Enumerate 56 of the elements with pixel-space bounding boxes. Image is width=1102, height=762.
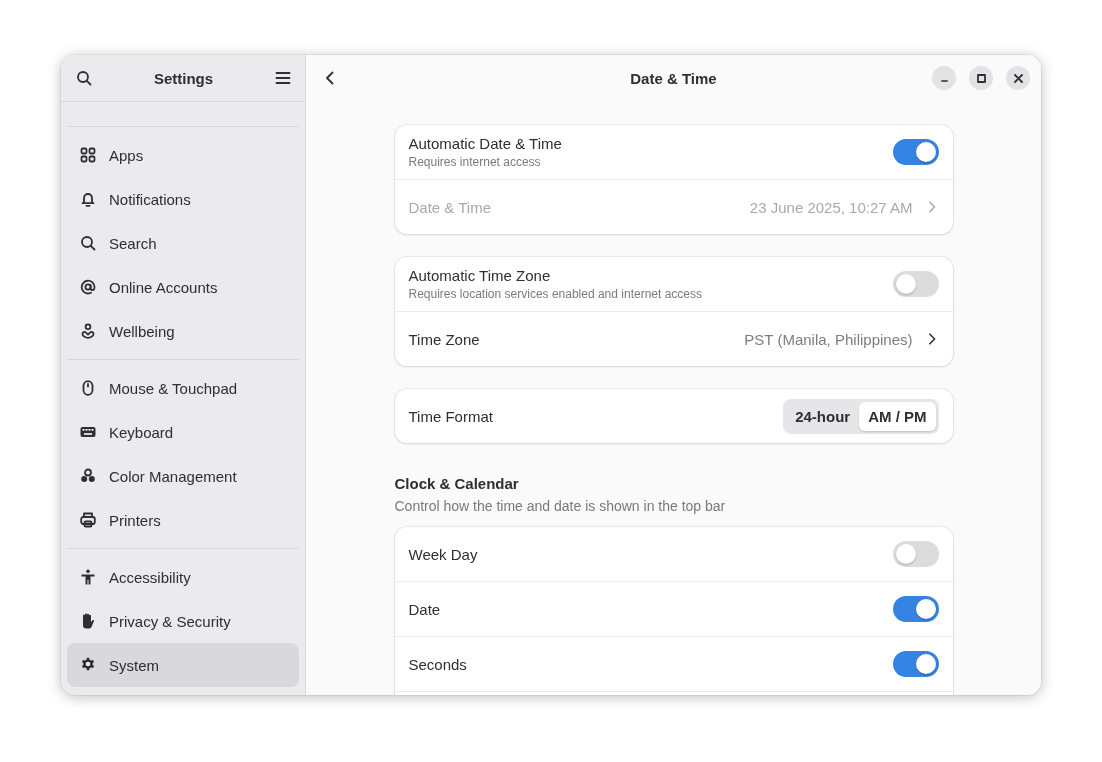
- maximize-icon: [976, 73, 986, 83]
- circles-icon: [80, 468, 96, 484]
- search-icon: [80, 235, 96, 251]
- minimize-button[interactable]: [932, 66, 956, 90]
- sidebar-item[interactable]: Keyboard: [67, 410, 299, 454]
- close-icon: [1013, 73, 1023, 83]
- sidebar-item[interactable]: Apps: [67, 133, 299, 177]
- sidebar-item[interactable]: Accessibility: [67, 555, 299, 599]
- sidebar-item[interactable]: Color Management: [67, 454, 299, 498]
- minimize-icon: [940, 79, 948, 82]
- sidebar-item[interactable]: Online Accounts: [67, 265, 299, 309]
- row-title: Seconds: [408, 655, 468, 673]
- mouse-icon: [80, 380, 96, 396]
- sidebar-item[interactable]: Wellbeing: [67, 309, 299, 353]
- row-title: Automatic Date & Time: [408, 135, 563, 152]
- close-button[interactable]: [1006, 66, 1030, 90]
- section-heading: Clock & Calendar: [394, 475, 520, 492]
- search-icon[interactable]: [76, 70, 92, 86]
- bell-icon: [80, 191, 96, 207]
- sidebar-item[interactable]: Mouse & Touchpad: [67, 366, 299, 410]
- segment-button[interactable]: 24-hour: [786, 401, 860, 431]
- toggle-switch[interactable]: [892, 651, 939, 677]
- printer-icon: [80, 512, 96, 528]
- row-title: Date: [408, 600, 442, 618]
- row-subtitle: Requires internet access: [408, 155, 542, 169]
- row-title: Automatic Time Zone: [408, 267, 552, 284]
- row-title: Week Day: [408, 545, 479, 563]
- sidebar-item[interactable]: Search: [67, 221, 299, 265]
- settings-row[interactable]: Time Zone PST (Manila, Philippines): [394, 311, 953, 366]
- row-title: Time Format: [408, 407, 494, 425]
- page-title: Date & Time: [629, 69, 718, 87]
- grid-icon: [80, 147, 96, 163]
- row-value: 23 June 2025, 10:27 AM: [749, 198, 913, 216]
- menu-icon[interactable]: [275, 70, 291, 86]
- row-title: Date & Time: [408, 198, 493, 216]
- segment-button[interactable]: AM / PM: [859, 401, 936, 431]
- sidebar-item[interactable]: Notifications: [67, 177, 299, 221]
- keyboard-icon: [80, 424, 96, 440]
- row-subtitle: Requires location services enabled and internet access: [408, 287, 703, 301]
- maximize-button[interactable]: [969, 66, 993, 90]
- section-description: Control how the time and date is shown in the top bar: [394, 498, 727, 514]
- at-sign-icon: [80, 279, 96, 295]
- person-icon: [80, 569, 96, 585]
- row-value: PST (Manila, Philippines): [744, 330, 913, 348]
- toggle-switch[interactable]: [892, 596, 939, 622]
- toggle-switch[interactable]: [892, 271, 939, 297]
- row-title: Time Zone: [408, 330, 481, 348]
- person-heart-icon: [80, 323, 96, 339]
- sidebar-item[interactable]: Printers: [67, 498, 299, 542]
- toggle-switch[interactable]: [892, 541, 939, 567]
- sidebar-item[interactable]: Privacy & Security: [67, 599, 299, 643]
- gear-icon: [80, 657, 96, 673]
- sidebar-item[interactable]: System: [67, 643, 299, 687]
- hand-icon: [80, 613, 96, 629]
- toggle-switch[interactable]: [892, 139, 939, 165]
- sidebar-title: Settings: [153, 69, 214, 87]
